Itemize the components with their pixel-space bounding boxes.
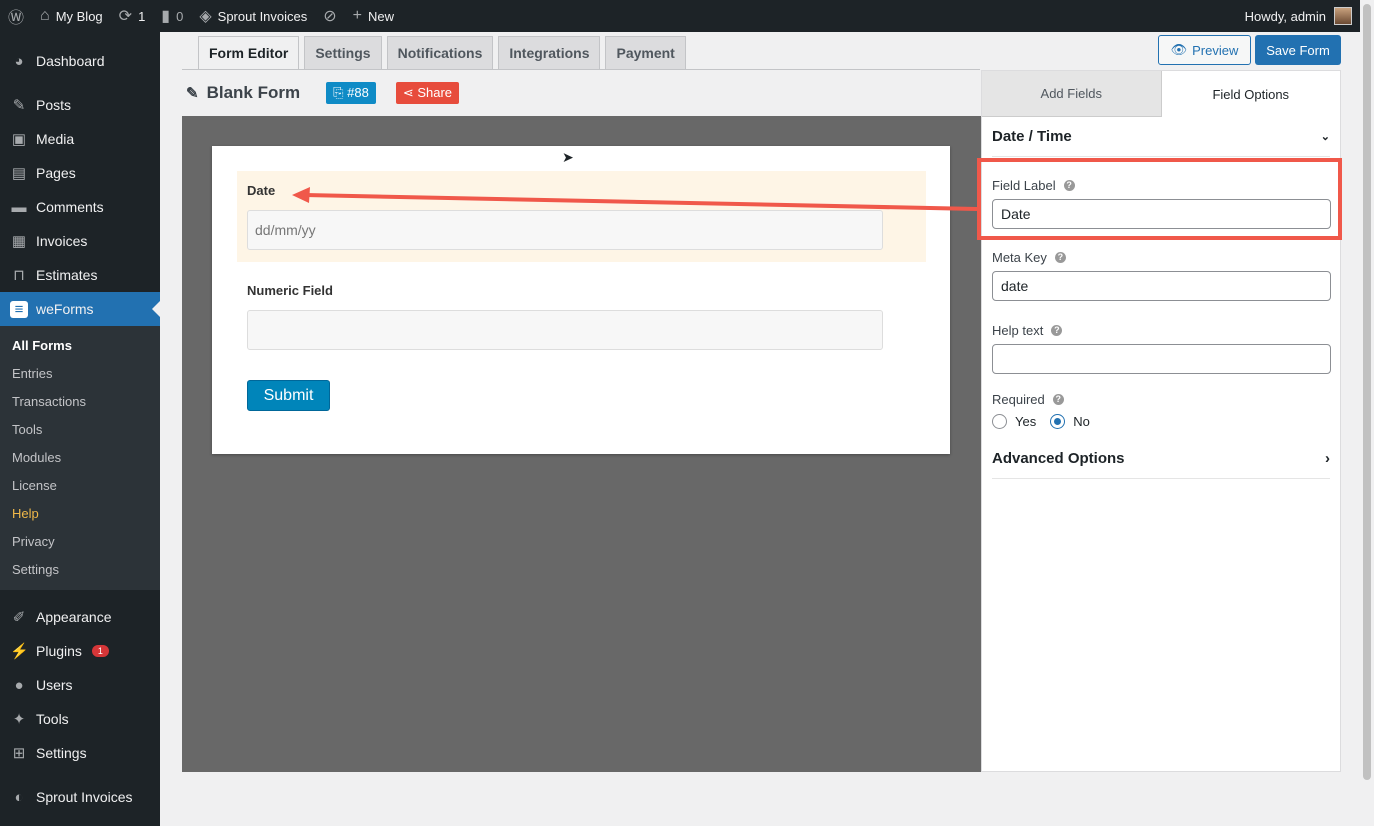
annotation-arrow xyxy=(292,187,978,211)
mouse-cursor: ➤ xyxy=(562,149,574,165)
scrollbar-thumb[interactable] xyxy=(1363,4,1371,780)
page-scrollbar[interactable] xyxy=(1360,0,1374,826)
